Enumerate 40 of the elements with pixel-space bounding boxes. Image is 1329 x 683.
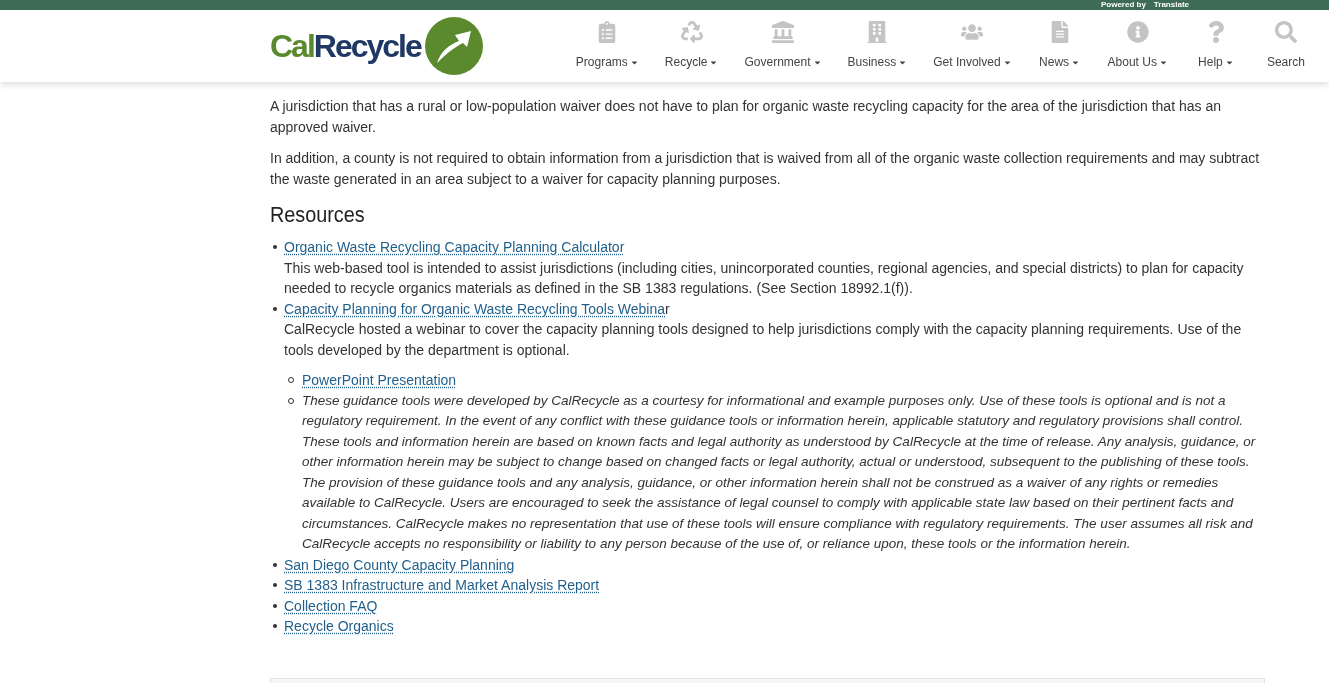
resource-link[interactable]: SB 1383 Infrastructure and Market Analysis Report [284, 575, 600, 596]
bullet-icon [273, 562, 277, 567]
resource-link[interactable]: San Diego County Capacity Planning [284, 554, 515, 575]
bullet-icon [273, 245, 277, 249]
info-icon [1126, 21, 1149, 43]
nav-item[interactable]: About Us [1094, 21, 1181, 71]
resource-description: This web-based tool is intended to assist jurisdictions (including cities, unincorporated counties, regional agencies, and special districts) to plan for capacity needed to recycle organics materials as defined in the SB 1383 regulations. (See Section 18992.1(f)). [284, 258, 1245, 298]
recycle-icon [680, 21, 703, 43]
paragraph: In addition, a county is not required to obtain information from a jurisdiction that is waived from all of the organic waste collection requirements and may subtract the waste generated in an area subject to a waiver for capacity planning purposes. [270, 149, 1261, 189]
search-icon [1274, 21, 1297, 43]
powered-by-text: Powered by [1100, 1, 1146, 9]
bullet-icon [273, 583, 277, 587]
bullet-icon [273, 603, 277, 608]
building-icon [866, 21, 889, 43]
nav-item[interactable]: Recycle [651, 21, 732, 71]
arrow-in-circle-logo-icon [424, 17, 483, 75]
presentation-link[interactable]: PowerPoint Presentation [302, 370, 457, 391]
resource-description: CalRecycle hosted a webinar to cover the capacity planning tools designed to help jurisdictions comply with the capacity planning requirements. Use of the tools developed by the department is optional. [284, 320, 1243, 360]
paragraph: A jurisdiction that has a rural or low-population waiver does not have to plan for organic waste recycling capacity for the area of the jurisdiction that has an approved waiver. [270, 97, 1222, 137]
nav-item[interactable]: Search [1250, 21, 1321, 71]
bullet-icon [273, 624, 277, 628]
resource-link[interactable]: Recycle Organics [284, 616, 394, 637]
resource-link[interactable]: Capacity Planning for Organic Waste Recycling Tools Webina [284, 298, 666, 319]
nav-item[interactable]: Get Involved [920, 21, 1025, 71]
nav-item[interactable]: Programs [562, 21, 652, 71]
nav-item[interactable]: Government [731, 21, 835, 71]
bullet-icon [273, 306, 277, 311]
translate-text: Translate [1153, 1, 1189, 9]
link-tail-text: r [665, 299, 670, 319]
nav-item[interactable]: News [1024, 21, 1095, 71]
disclaimer-text: These guidance tools were developed by CalRecycle as a courtesy for informational and example purposes only. Use of these tools is optional and is not a regulatory requirement. In the event of any conflict with these guidance tools or information herein, applicable statutory and regulatory provisions shall control. These tools and information herein are based on known facts and legal authority as understood by CalRecycle at the time of release. Any analysis, guidance, or other information herein may be subject to change based on changed facts or legal authority, actual or understood, subsequent to the publishing of these tools. The provision of these guidance tools and any analysis, guidance, or other information herein shall not be construed as a waiver of any rights or remedies available to CalRecycle. Users are encouraged to seek the assistance of legal counsel to comply with applicable state law based on their pertinent facts and circumstances. CalRecycle makes no representation that use of these tools will ensure compliance with regulatory requirements. The user assumes all risk and CalRecycle accepts no responsibility or liability to any person because of the use of, or reliance upon, these tools or the information herein. [302, 391, 1257, 553]
nav-item[interactable]: Business [834, 21, 921, 71]
site-logo[interactable]: CalRecycle [270, 17, 483, 75]
capitol-building-icon [772, 21, 794, 43]
logo-wordmark: CalRecycle [270, 27, 421, 66]
resource-link[interactable]: Collection FAQ [284, 595, 378, 616]
nav-item[interactable]: Help [1180, 21, 1251, 71]
resource-link[interactable]: Organic Waste Recycling Capacity Planning Calculator [284, 237, 625, 258]
people-icon [961, 21, 984, 43]
section-heading: Resources [270, 201, 366, 229]
